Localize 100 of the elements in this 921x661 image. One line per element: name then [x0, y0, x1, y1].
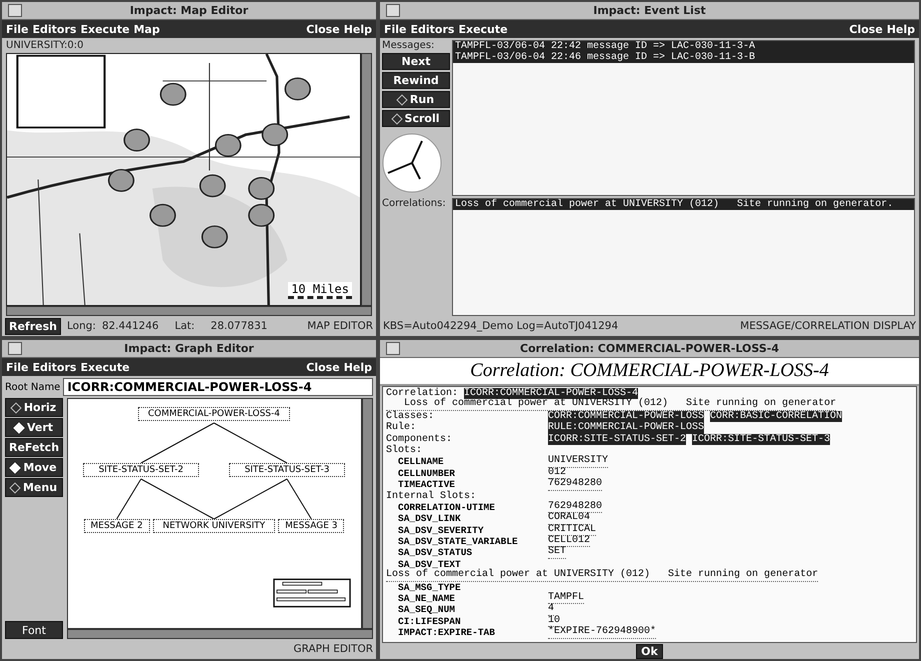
window-menu-button[interactable] — [8, 4, 22, 17]
slot-name: CI:LIFESPAN — [398, 616, 461, 627]
field-value[interactable]: RULE:COMMERCIAL-POWER-LOSS — [548, 422, 704, 434]
section-label: Internal Slots: — [386, 490, 476, 502]
slot-name: SA_DSV_TEXT — [398, 558, 461, 570]
slot-name: SA_DSV_LINK — [398, 513, 461, 524]
toggle-button[interactable]: Run — [382, 91, 450, 108]
window-menu-button[interactable] — [8, 342, 22, 355]
field-value[interactable]: 012 — [548, 468, 566, 480]
toggle-button[interactable]: Scroll — [382, 110, 450, 127]
window-menu-button[interactable] — [386, 4, 400, 17]
field-value[interactable]: 762948280 — [548, 502, 602, 514]
menu-item[interactable]: Help — [344, 22, 372, 36]
menu-item[interactable]: Execute — [80, 22, 130, 36]
message-item[interactable]: TAMPFL-03/06-04 22:46 message ID => LAC-030-11-3-B — [453, 52, 914, 63]
slot-name: CORRELATION-UTIME — [398, 502, 495, 513]
field-label: Classes: — [386, 410, 434, 422]
push-button[interactable]: Rewind — [382, 72, 450, 89]
menu-item[interactable]: Help — [886, 22, 915, 36]
toggle-button[interactable]: Vert — [5, 418, 63, 437]
graph-node[interactable]: COMMERCIAL-POWER-LOSS-4 — [138, 407, 290, 421]
menu-item[interactable]: Editors — [410, 22, 454, 36]
field-value[interactable]: 762948280 — [548, 479, 602, 491]
horizontal-scrollbar[interactable] — [67, 629, 373, 639]
slot-name: SA_NE_NAME — [398, 593, 456, 604]
menu-item[interactable]: Close — [849, 22, 883, 36]
mode-label: MESSAGE/CORRELATION DISPLAY — [740, 320, 916, 332]
menu-item[interactable]: Editors — [32, 360, 76, 374]
scale-label: 10 Miles — [288, 282, 352, 299]
location-label: UNIVERSITY:0:0 — [5, 39, 85, 53]
mode-label: GRAPH EDITOR — [293, 643, 373, 655]
graph-node[interactable]: SITE-STATUS-SET-2 — [83, 463, 199, 477]
field-value[interactable]: ICORR:SITE-STATUS-SET-3 — [692, 434, 830, 445]
graph-node[interactable]: MESSAGE 3 — [278, 519, 344, 533]
slot-name: SA_DSV_STATE_VARIABLE — [398, 536, 518, 548]
field-value[interactable]: CRITICAL — [548, 524, 596, 536]
slot-name: IMPACT:EXPIRE-TAB — [398, 627, 495, 638]
window-title: Impact: Map Editor — [130, 4, 248, 17]
window-menu-button[interactable] — [386, 342, 400, 355]
field-label: Components: — [386, 434, 452, 445]
field-value[interactable]: CELL012 — [548, 536, 590, 548]
ok-button[interactable]: Ok — [636, 644, 663, 659]
menu-item[interactable]: Close — [306, 22, 340, 36]
menu-item[interactable]: Help — [344, 360, 372, 374]
longitude-label: Long: — [66, 320, 96, 332]
menu-item[interactable]: File — [6, 22, 29, 36]
menu-item[interactable]: Editors — [32, 22, 76, 36]
graph-node[interactable]: SITE-STATUS-SET-3 — [229, 463, 345, 477]
window-title: Impact: Graph Editor — [124, 342, 254, 355]
toggle-button[interactable]: Horiz — [5, 398, 63, 417]
toggle-button[interactable]: Menu — [5, 478, 63, 497]
clock-icon — [382, 133, 442, 193]
menu-item[interactable]: Map — [134, 22, 160, 36]
longitude-value: 82.441246 — [102, 320, 159, 332]
root-name-field[interactable]: ICORR:COMMERCIAL-POWER-LOSS-4 — [63, 378, 373, 396]
graph-node[interactable]: NETWORK UNIVERSITY — [153, 519, 275, 533]
correlations-label: Correlations: — [382, 198, 447, 209]
field-value[interactable]: ICORR:SITE-STATUS-SET-2 — [548, 434, 686, 445]
field-value[interactable]: CORR:BASIC-CORRELATION — [710, 410, 842, 422]
field-label: Rule: — [386, 422, 416, 434]
correlation-item[interactable]: Loss of commercial power at UNIVERSITY (012) Site running on generator. — [453, 199, 914, 210]
toggle-button[interactable]: Move — [5, 458, 63, 477]
message-item[interactable]: TAMPFL-03/06-04 22:42 message ID => LAC-030-11-3-A — [453, 41, 914, 52]
graph-node[interactable]: MESSAGE 2 — [84, 519, 150, 533]
menu-item[interactable]: Close — [306, 360, 340, 374]
field-value[interactable]: UNIVERSITY — [548, 456, 608, 468]
menu-item[interactable]: Execute — [458, 22, 508, 36]
menu-item[interactable]: File — [384, 22, 407, 36]
window-title: Impact: Event List — [593, 4, 706, 17]
slot-name: SA_MSG_TYPE — [398, 582, 461, 593]
horizontal-scrollbar[interactable] — [6, 306, 372, 316]
section-label: Slots: — [386, 444, 422, 456]
latitude-value: 28.077831 — [210, 320, 268, 332]
status-text: KBS=Auto042294_Demo Log=AutoTJ041294 — [383, 320, 618, 332]
vertical-scrollbar[interactable] — [361, 53, 372, 306]
push-button[interactable]: Next — [382, 53, 450, 70]
field-value[interactable]: ICORR:COMMERCIAL-POWER-LOSS-4 — [464, 388, 638, 400]
slot-name: SA_DSV_STATUS — [398, 547, 472, 558]
mode-label: MAP EDITOR — [307, 320, 373, 332]
refresh-button[interactable]: Refresh — [5, 318, 61, 334]
field-value[interactable]: SET — [548, 547, 566, 559]
font-button[interactable]: Font — [5, 621, 63, 639]
menu-item[interactable]: Execute — [80, 360, 130, 374]
slot-name: SA_SEQ_NUM — [398, 604, 456, 616]
field-value[interactable]: 4 — [548, 604, 554, 616]
vertical-scrollbar[interactable] — [362, 398, 373, 629]
field-value[interactable]: CORR:COMMERCIAL-POWER-LOSS — [548, 410, 704, 422]
menu-item[interactable]: File — [6, 360, 29, 374]
field-value[interactable]: CORAL04 — [548, 513, 590, 525]
field-label: Correlation: — [386, 388, 458, 399]
description-text: Loss of commercial power at UNIVERSITY (012) Site running on generator — [386, 570, 818, 582]
window-title: Correlation: COMMERCIAL-POWER-LOSS-4 — [520, 342, 779, 355]
field-value[interactable]: TAMPFL — [548, 593, 584, 604]
messages-label: Messages: — [382, 40, 436, 51]
correlation-heading: Correlation: COMMERCIAL-POWER-LOSS-4 — [470, 360, 829, 382]
slot-name: SA_DSV_SEVERITY — [398, 524, 484, 536]
root-name-label: Root Name — [5, 382, 60, 392]
slot-name: TIMEACTIVE — [398, 479, 456, 490]
push-button[interactable]: ReFetch — [5, 438, 63, 457]
field-value[interactable]: *EXPIRE-762948900* — [548, 627, 656, 639]
